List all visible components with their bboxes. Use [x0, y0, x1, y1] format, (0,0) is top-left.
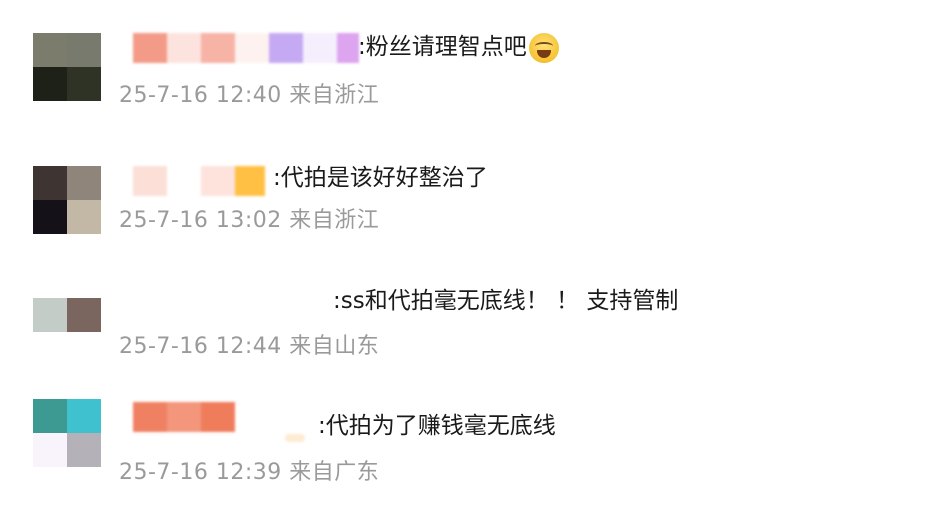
comment-location: 来自广东 [289, 460, 380, 485]
comment-text-content: :代拍为了赚钱毫无底线 [318, 413, 556, 439]
username-blurred[interactable] [133, 402, 305, 442]
avatar[interactable] [33, 298, 101, 366]
comment-text-content: :ss和代拍毫无底线！ ！ 支持管制 [333, 288, 679, 314]
comment-meta: 25-7-16 12:40 来自浙江 [119, 81, 379, 111]
username-blurred[interactable] [133, 33, 359, 63]
comment-meta: 25-7-16 12:39 来自广东 [119, 458, 379, 488]
comment-time: 25-7-16 12:39 [119, 460, 282, 485]
avatar[interactable] [33, 399, 101, 467]
avatar[interactable] [33, 33, 101, 101]
comment-meta: 25-7-16 13:02 来自浙江 [119, 206, 379, 236]
comment-time: 25-7-16 12:40 [119, 83, 282, 108]
comment-location: 来自浙江 [289, 208, 380, 233]
comment-text: :粉丝请理智点吧 [358, 32, 559, 63]
comment-meta: 25-7-16 12:44 来自山东 [119, 332, 379, 362]
comment-location: 来自山东 [289, 334, 380, 359]
laughing-tears-icon [528, 32, 559, 63]
username-blurred[interactable] [133, 166, 265, 196]
comment-time: 25-7-16 12:44 [119, 334, 282, 359]
avatar[interactable] [33, 166, 101, 234]
comment-text-content: :粉丝请理智点吧 [358, 34, 527, 60]
comment-text: :代拍是该好好整治了 [273, 163, 488, 193]
comment-text: :代拍为了赚钱毫无底线 [318, 411, 556, 441]
username-blurred[interactable] [133, 292, 323, 322]
comment-text: :ss和代拍毫无底线！ ！ 支持管制 [333, 286, 678, 316]
comment-time: 25-7-16 13:02 [119, 208, 282, 233]
comment-text-content: :代拍是该好好整治了 [273, 165, 488, 191]
comment-location: 来自浙江 [289, 83, 380, 108]
